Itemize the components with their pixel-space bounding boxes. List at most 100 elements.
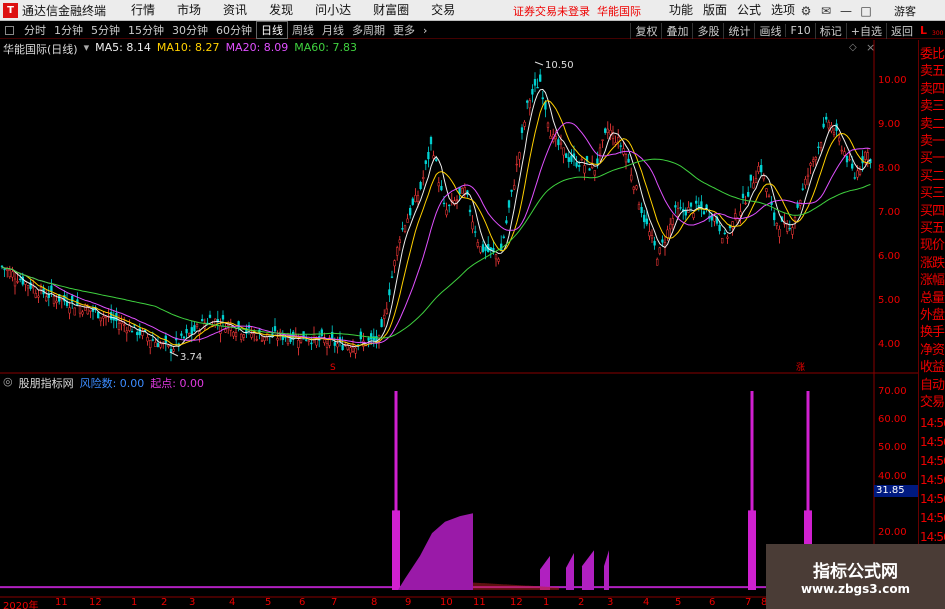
candle-body — [99, 317, 102, 322]
quote-panel-label[interactable]: 14:56 — [920, 511, 945, 525]
quote-panel-label[interactable]: 委比 — [920, 43, 945, 62]
candle-body — [237, 321, 240, 329]
candle-body — [767, 195, 771, 198]
quote-panel-label[interactable]: 14:56 — [920, 416, 945, 430]
candle-body — [190, 327, 193, 335]
candle-body — [718, 225, 721, 232]
moving-average-line — [1, 158, 871, 339]
quote-panel-label[interactable]: 14:56 — [920, 530, 945, 544]
indicator-menu-icon[interactable]: ◎ — [3, 375, 13, 391]
candle-body — [866, 152, 869, 161]
quote-panel-label[interactable]: 14:56 — [920, 473, 945, 487]
stock-name[interactable]: 华能国际(日线) — [3, 41, 78, 57]
quote-panel-label[interactable]: 卖四 — [920, 78, 945, 97]
candle-body — [760, 165, 763, 173]
chart-collapse-icon[interactable]: ◇ — [849, 42, 857, 53]
candle-body — [827, 121, 830, 129]
quote-panel-label[interactable]: 买二 — [920, 165, 945, 184]
candle-body — [650, 235, 654, 239]
candle-body — [411, 198, 414, 205]
candle-body — [370, 333, 373, 340]
candle-body — [635, 185, 638, 190]
quote-panel-label[interactable]: 涨跌 — [920, 252, 945, 271]
candle-body — [260, 340, 264, 342]
quote-panel-label[interactable]: 收益 — [920, 356, 945, 375]
price-tick: 10.00 — [878, 75, 907, 86]
indicator-block — [582, 550, 594, 590]
candle-body — [580, 159, 583, 161]
quote-panel-label[interactable]: 14:56 — [920, 492, 945, 506]
candle-body — [630, 174, 633, 181]
candle-body — [801, 188, 804, 190]
candle-body — [125, 330, 128, 334]
candle-body — [791, 227, 794, 235]
candle-body — [448, 204, 451, 207]
price-tick: 9.00 — [878, 119, 901, 130]
candle-body — [325, 343, 329, 348]
candle-body — [263, 337, 266, 341]
candle-body — [182, 336, 186, 339]
candle-body — [840, 149, 843, 152]
quote-panel-label[interactable]: 卖二 — [920, 113, 945, 132]
time-axis-label: 9 — [405, 597, 412, 608]
high-pointer — [534, 61, 544, 66]
candle-body — [619, 145, 622, 147]
indicator-name[interactable]: 股朋指标网 — [19, 375, 74, 391]
quote-panel-label[interactable]: 总量 — [920, 287, 945, 306]
expand-icon[interactable]: ▾ — [84, 41, 90, 57]
candle-body — [661, 239, 664, 243]
candle-body — [388, 289, 391, 296]
candle-body — [60, 298, 63, 300]
quote-panel-label[interactable]: 净资 — [920, 339, 945, 358]
time-axis-label: 5 — [265, 597, 272, 608]
candle-body — [637, 204, 641, 210]
candlestick-chart[interactable]: 10.50 3.74 S 涨 — [0, 0, 918, 609]
time-axis-label: 1 — [543, 597, 550, 608]
quote-panel-label[interactable]: 交易 — [920, 391, 945, 410]
indicator-block — [604, 550, 609, 590]
trading-terminal-window: T 通达信金融终端 行情 市场 资讯 发现 问小达 财富圈 交易 证券交易未登录… — [0, 0, 945, 609]
indicator-block — [566, 553, 574, 590]
candle-body — [666, 229, 669, 238]
candle-body — [832, 132, 836, 135]
candle-body — [34, 292, 37, 298]
candle-body — [643, 214, 646, 223]
candle-body — [669, 223, 672, 230]
quote-panel-label[interactable]: 外盘 — [920, 304, 945, 323]
quote-panel-label[interactable]: 卖一 — [920, 130, 945, 149]
candle-body — [149, 340, 152, 348]
candle-body — [307, 340, 310, 342]
indicator-hump — [398, 513, 473, 590]
candle-body — [26, 285, 30, 289]
quote-panel-label[interactable]: 14:56 — [920, 454, 945, 468]
quote-panel-label[interactable]: 自动 — [920, 374, 945, 393]
candle-body — [741, 193, 745, 199]
indicator-tick: 20.00 — [878, 527, 907, 538]
candle-body — [762, 175, 765, 180]
candle-body — [86, 307, 89, 315]
candle-body — [609, 130, 612, 135]
quote-panel-label[interactable]: 卖三 — [920, 95, 945, 114]
candle-body — [73, 307, 76, 316]
quote-panel-label[interactable]: 买三 — [920, 182, 945, 201]
quote-panel-label[interactable]: 现价 — [920, 234, 945, 253]
candle-body — [120, 321, 123, 324]
time-axis-label: 3 — [189, 597, 196, 608]
level-sub: 300 — [932, 30, 944, 37]
candle-body — [515, 163, 518, 166]
quote-panel-label[interactable]: 买四 — [920, 200, 945, 219]
candle-body — [539, 74, 542, 82]
quote-panel-label[interactable]: 买五 — [920, 217, 945, 236]
candle-body — [697, 205, 700, 207]
quote-panel-label[interactable]: 涨幅 — [920, 269, 945, 288]
watermark: 指标公式网 www.zbgs3.com — [766, 544, 945, 609]
quote-panel-label[interactable]: 换手 — [920, 321, 945, 340]
candle-body — [403, 225, 407, 232]
chart-close-icon[interactable]: × — [866, 41, 875, 54]
candle-body — [606, 128, 609, 133]
candle-body — [68, 307, 71, 314]
candle-body — [250, 333, 253, 338]
quote-panel-label[interactable]: 卖五 — [920, 60, 945, 79]
quote-panel-label[interactable]: 14:56 — [920, 435, 945, 449]
quote-panel-label[interactable]: 买一 — [920, 147, 945, 166]
